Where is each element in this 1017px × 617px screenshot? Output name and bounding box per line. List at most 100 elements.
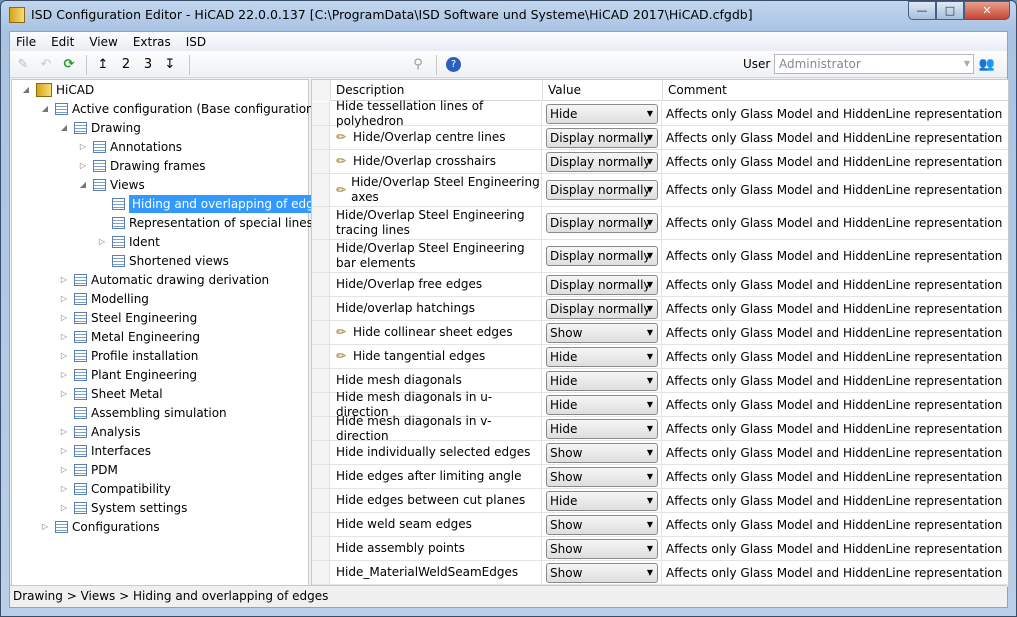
tree-item[interactable]: Representation of special lines [96,214,313,232]
row-header[interactable] [312,369,330,392]
value-dropdown[interactable]: Show ▼ [546,442,658,463]
table-row[interactable]: Hide/overlap hatchings Display normally ▼… [312,297,1008,321]
row-header[interactable] [312,126,330,149]
table-row[interactable]: Hide individually selected edges Show ▼ A… [312,441,1008,465]
minimize-button[interactable]: — [908,1,936,20]
value-dropdown[interactable]: Hide ▼ [546,370,658,391]
value-dropdown[interactable]: Hide ▼ [546,103,658,124]
tree-item[interactable]: ▷ Automatic drawing derivation [58,271,269,289]
value-dropdown[interactable]: Display normally ▼ [546,298,658,319]
value-dropdown[interactable]: Show ▼ [546,466,658,487]
row-header[interactable] [312,441,330,464]
expander-icon[interactable]: ▷ [58,309,70,327]
tree-item[interactable]: ▷ Modelling [58,290,149,308]
value-dropdown[interactable]: Hide ▼ [546,490,658,511]
tree-item[interactable]: ▷ System settings [58,499,188,517]
table-row[interactable]: Hide/Overlap free edges Display normally… [312,273,1008,297]
expander-icon[interactable]: ▷ [58,328,70,346]
row-header[interactable] [312,561,330,584]
row-header[interactable] [312,393,330,416]
table-row[interactable]: Hide mesh diagonals in v-direction Hide ▼… [312,414,1008,443]
expander-icon[interactable]: ▷ [96,233,108,251]
row-header[interactable] [312,321,330,344]
table-row[interactable]: Hide edges between cut planes Hide ▼ Affe… [312,489,1008,513]
column-header-value[interactable]: Value [543,80,663,101]
edit-pencil-icon[interactable]: ✎ [14,56,32,74]
table-row[interactable]: ✏ Hide tangential edges Hide ▼ Affects onl… [312,345,1008,369]
table-row[interactable]: ✏ Hide/Overlap centre lines Display norma… [312,126,1008,150]
menu-view[interactable]: View [89,35,117,49]
value-dropdown[interactable]: Hide ▼ [546,418,658,439]
tree-item[interactable]: Hiding and overlapping of edges [96,195,331,213]
level-up-icon[interactable]: ↥ [94,56,112,74]
row-header[interactable] [312,174,330,206]
menu-extras[interactable]: Extras [133,35,171,49]
table-row[interactable]: Hide edges after limiting angle Show ▼ Af… [312,465,1008,489]
expander-icon[interactable]: ▷ [58,442,70,460]
binoculars-icon[interactable]: ⚲ [409,56,427,74]
row-header[interactable] [312,297,330,320]
user-select[interactable]: Administrator ▼ [774,54,974,74]
tree-item[interactable]: ▷ Plant Engineering [58,366,197,384]
tree-item[interactable]: ◢ HiCAD [20,81,94,99]
tree-item[interactable]: ▷ Compatibility [58,480,171,498]
row-header[interactable] [312,489,330,512]
tree-item[interactable]: ▷ Interfaces [58,442,151,460]
value-dropdown[interactable]: Display normally ▼ [546,151,658,172]
level-down-icon[interactable]: ↧ [161,56,179,74]
value-dropdown[interactable]: Display normally ▼ [546,213,658,233]
level-2-icon[interactable]: 2 [117,56,135,74]
expander-icon[interactable]: ◢ [39,100,51,118]
tree-item[interactable]: ◢ Drawing [58,119,141,137]
expander-icon[interactable]: ▷ [58,347,70,365]
value-dropdown[interactable]: Show ▼ [546,514,658,535]
row-header[interactable] [312,537,330,560]
tree-item[interactable]: ▷ Sheet Metal [58,385,163,403]
expander-icon[interactable]: ▷ [58,499,70,517]
close-button[interactable]: ✕ [964,1,1010,20]
row-header[interactable] [312,417,330,440]
row-header[interactable] [312,513,330,536]
table-row[interactable]: Hide weld seam edges Show ▼ Affects only … [312,513,1008,537]
column-header-comment[interactable]: Comment [663,80,1008,101]
row-header[interactable] [312,240,330,272]
expander-icon[interactable]: ▷ [77,138,89,156]
table-row[interactable]: Hide/Overlap Steel Engineering tracing l… [312,207,1008,240]
undo-icon[interactable]: ↶ [37,56,55,74]
row-header[interactable] [312,102,330,125]
row-header[interactable] [312,150,330,173]
menu-file[interactable]: File [16,35,36,49]
value-dropdown[interactable]: Show ▼ [546,538,658,559]
value-dropdown[interactable]: Display normally ▼ [546,246,658,266]
value-dropdown[interactable]: Display normally ▼ [546,274,658,295]
table-row[interactable]: ✏ Hide/Overlap crosshairs Display normall… [312,150,1008,174]
tree-item[interactable]: ▷ PDM [58,461,118,479]
tree-item[interactable]: Assembling simulation [58,404,227,422]
expander-icon[interactable]: ◢ [77,176,89,194]
tree-item[interactable]: ◢ Active configuration (Base configuratio… [39,100,318,118]
table-row[interactable]: ✏ Hide/Overlap Steel Engineering axes Dis… [312,174,1008,207]
expander-icon[interactable]: ▷ [58,480,70,498]
row-header[interactable] [312,273,330,296]
expander-icon[interactable]: ▷ [58,290,70,308]
maximize-button[interactable]: □ [936,1,964,20]
value-dropdown[interactable]: Hide ▼ [546,346,658,367]
tree-item[interactable]: ▷ Profile installation [58,347,198,365]
level-3-icon[interactable]: 3 [139,56,157,74]
tree-item[interactable]: ▷ Metal Engineering [58,328,200,346]
row-header[interactable] [312,207,330,239]
expander-icon[interactable]: ▷ [58,423,70,441]
tree-item[interactable]: ▷ Annotations [77,138,182,156]
table-row[interactable]: Hide assembly points Show ▼ Affects only … [312,537,1008,561]
menu-isd[interactable]: ISD [186,35,206,49]
tree-item[interactable]: ▷ Drawing frames [77,157,206,175]
table-row[interactable]: ✏ Hide collinear sheet edges Show ▼ Affect… [312,321,1008,345]
expander-icon[interactable]: ▷ [58,461,70,479]
help-icon[interactable]: ? [446,57,461,72]
value-dropdown[interactable]: Hide ▼ [546,394,658,415]
table-row[interactable]: Hide/Overlap Steel Engineering bar eleme… [312,240,1008,273]
tree-item[interactable]: ▷ Configurations [39,518,160,536]
tree-item[interactable]: Shortened views [96,252,229,270]
value-dropdown[interactable]: Display normally ▼ [546,127,658,148]
refresh-icon[interactable]: ⟳ [60,56,78,74]
